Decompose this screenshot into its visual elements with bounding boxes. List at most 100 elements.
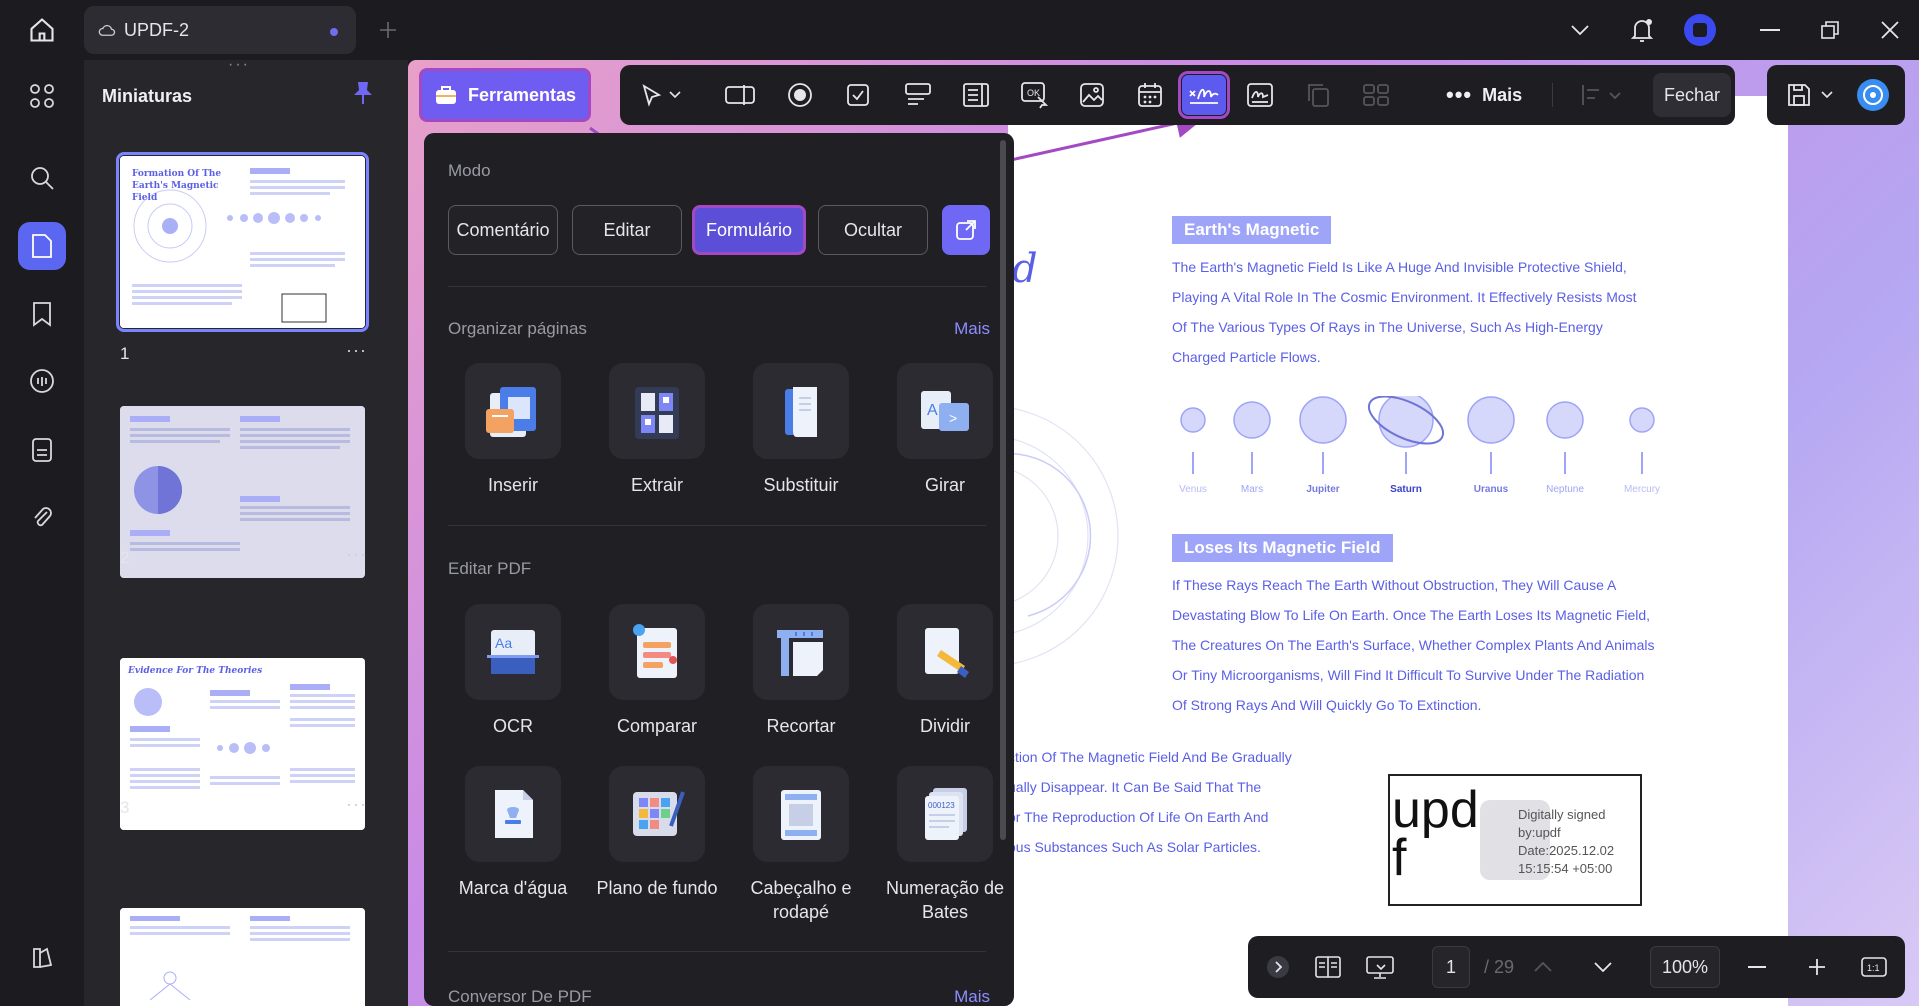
- attachment-file-icon[interactable]: [18, 426, 66, 474]
- mode-redact-button[interactable]: Ocultar: [818, 205, 928, 255]
- converter-section-title: Conversor De PDF: [448, 987, 592, 1006]
- list-box-icon[interactable]: [956, 75, 996, 115]
- ai-assistant-icon[interactable]: [1853, 75, 1893, 115]
- split-tool[interactable]: Dividir: [880, 604, 1010, 738]
- rotate-tool[interactable]: A > Girar: [880, 363, 1010, 497]
- digital-signature-icon[interactable]: [1240, 75, 1280, 115]
- open-external-button[interactable]: [942, 205, 990, 255]
- radio-button-icon[interactable]: [780, 75, 820, 115]
- converter-more-link[interactable]: Mais: [954, 987, 990, 1006]
- mode-edit-button[interactable]: Editar: [572, 205, 682, 255]
- minimize-icon[interactable]: [1752, 12, 1788, 48]
- dropdown-field-icon[interactable]: [898, 75, 938, 115]
- image-field-icon[interactable]: [1072, 75, 1112, 115]
- page-thumbnail-3[interactable]: Evidence For The Theories: [120, 658, 365, 830]
- collapse-nav-icon[interactable]: [1264, 946, 1292, 988]
- background-tool[interactable]: Plano de fundo: [592, 766, 722, 900]
- signature-details: Digitally signed by:updf Date:2025.12.02…: [1518, 806, 1614, 878]
- more-dots-icon: •••: [1446, 82, 1473, 107]
- thumbnail-1-more-icon[interactable]: ···: [346, 340, 367, 361]
- zoom-in-icon[interactable]: [1802, 946, 1832, 988]
- next-page-icon[interactable]: [1588, 946, 1618, 988]
- pin-icon[interactable]: [352, 80, 374, 106]
- account-avatar-icon[interactable]: [1682, 12, 1718, 48]
- more-tools-button[interactable]: ••• Mais: [1446, 75, 1522, 115]
- comments-icon[interactable]: [18, 358, 66, 406]
- edit-pdf-section-title: Editar PDF: [448, 559, 532, 578]
- replace-tool[interactable]: Substituir: [736, 363, 866, 497]
- new-tab-icon[interactable]: [370, 12, 406, 48]
- svg-text:000123: 000123: [928, 801, 955, 810]
- svg-text:A: A: [927, 402, 938, 419]
- replace-pages-icon: [753, 363, 849, 459]
- restore-icon[interactable]: [1812, 12, 1848, 48]
- crop-tool[interactable]: Recortar: [736, 604, 866, 738]
- digital-signature-field[interactable]: upd f Digitally signed by:updf Date:2025…: [1388, 774, 1642, 906]
- dropdown-scrollbar[interactable]: [1000, 140, 1006, 840]
- checkbox-icon[interactable]: [838, 75, 878, 115]
- signature-field-icon[interactable]: [1178, 71, 1230, 119]
- page-layout-icon[interactable]: [1306, 946, 1350, 988]
- grid-apps-icon[interactable]: [18, 72, 66, 120]
- tools-button[interactable]: Ferramentas: [419, 68, 591, 122]
- align-left-dropdown-icon[interactable]: [1572, 75, 1632, 115]
- paperclip-icon[interactable]: [18, 494, 66, 542]
- save-icon[interactable]: [1779, 75, 1819, 115]
- page-thumbnail-4[interactable]: [120, 908, 365, 1006]
- notification-bell-icon[interactable]: [1624, 12, 1660, 48]
- toolbox-icon: [434, 84, 458, 106]
- signature-line-4: 15:15:54 +05:00: [1518, 861, 1613, 876]
- duplicate-fields-icon[interactable]: [1298, 75, 1338, 115]
- insert-tool-label: Inserir: [487, 475, 538, 495]
- document-tab[interactable]: UPDF-2: [84, 6, 356, 54]
- insert-tool[interactable]: Inserir: [448, 363, 578, 497]
- ocr-tool[interactable]: Aa OCR: [448, 604, 578, 738]
- layers-theme-icon[interactable]: [18, 934, 66, 982]
- date-field-icon[interactable]: [1130, 75, 1170, 115]
- planet-label-saturn: Saturn: [1390, 484, 1422, 495]
- save-dropdown-icon[interactable]: [1817, 75, 1837, 115]
- thumbnails-page-icon[interactable]: [18, 222, 66, 270]
- watermark-tool-label: Marca d'água: [458, 878, 568, 898]
- current-page-input[interactable]: 1: [1432, 946, 1470, 988]
- signature-logo-line-1: upd: [1392, 781, 1479, 839]
- signature-line-3: Date:2025.12.02: [1518, 843, 1615, 858]
- extract-tool[interactable]: Extrair: [592, 363, 722, 497]
- pointer-dropdown-icon[interactable]: [664, 75, 686, 115]
- divider: [448, 951, 986, 952]
- section-heading-2: Loses Its Magnetic Field: [1172, 534, 1393, 562]
- bookmark-icon[interactable]: [18, 290, 66, 338]
- ok-button-field-icon[interactable]: OK: [1014, 75, 1054, 115]
- mode-form-button[interactable]: Formulário: [692, 205, 806, 255]
- zoom-level[interactable]: 100%: [1650, 946, 1720, 988]
- page-thumbnail-1[interactable]: Formation Of The Earth's Magnetic Field: [116, 152, 369, 332]
- thumbnail-3-more-icon[interactable]: ···: [346, 794, 367, 815]
- crop-tool-label: Recortar: [766, 716, 836, 736]
- chevron-down-icon[interactable]: [1562, 12, 1598, 48]
- watermark-tool[interactable]: Marca d'água: [448, 766, 578, 900]
- thumbnail-2-more-icon[interactable]: ···: [346, 544, 367, 565]
- section-heading-1: Earth's Magnetic: [1172, 216, 1332, 244]
- page-thumbnail-2[interactable]: [120, 406, 365, 578]
- close-form-button[interactable]: Fechar: [1653, 73, 1731, 117]
- divider: [448, 525, 986, 526]
- header-footer-tool[interactable]: Cabeçalho e rodapé: [736, 766, 866, 924]
- previous-page-icon[interactable]: [1528, 946, 1558, 988]
- home-icon[interactable]: [24, 12, 60, 48]
- bates-numbering-tool[interactable]: 000123 Numeração de Bates: [880, 766, 1010, 924]
- mode-comment-button[interactable]: Comentário: [448, 205, 558, 255]
- compare-tool[interactable]: Comparar: [592, 604, 722, 738]
- presentation-icon[interactable]: [1358, 946, 1402, 988]
- close-window-icon[interactable]: [1872, 12, 1908, 48]
- paragraph-3-line-4: ous Substances Such As Solar Particles.: [1008, 839, 1261, 855]
- tab-grip-handle[interactable]: ···: [228, 56, 250, 74]
- actual-size-icon[interactable]: 1:1: [1856, 946, 1892, 988]
- zoom-out-icon[interactable]: [1742, 946, 1772, 988]
- search-icon[interactable]: [18, 154, 66, 202]
- planet-label-venus: Venus: [1179, 484, 1207, 495]
- text-field-icon[interactable]: [720, 75, 760, 115]
- align-grid-icon[interactable]: [1356, 75, 1396, 115]
- tools-dropdown-panel: Modo Comentário Editar Formulário Oculta…: [424, 133, 1014, 1006]
- organize-more-link[interactable]: Mais: [954, 319, 990, 339]
- divider: [448, 286, 986, 287]
